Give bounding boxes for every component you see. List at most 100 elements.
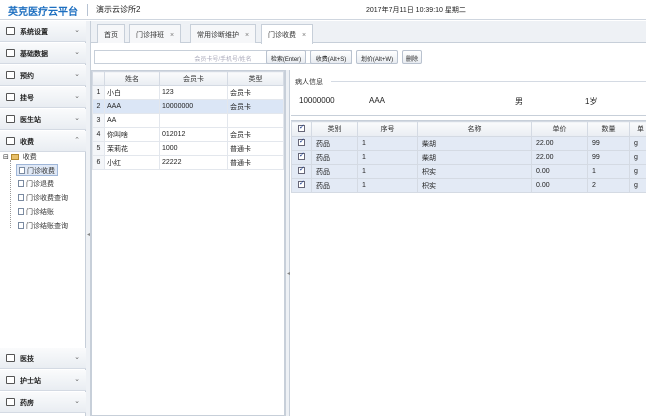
cell-qty[interactable]: 2 bbox=[587, 178, 630, 193]
sidebar-item-appointment[interactable]: 预约 ⌄ bbox=[0, 65, 86, 86]
sidebar-item-pharmacy[interactable]: 药房 ⌄ bbox=[0, 392, 86, 413]
sidebar-item-label: 预约 bbox=[20, 73, 34, 80]
table-row[interactable]: 药品 1 枳实 0.00 1 g bbox=[291, 164, 646, 179]
chevron-up-icon: ⌃ bbox=[74, 137, 80, 144]
sidebar-item-medtech[interactable]: 医技 ⌄ bbox=[0, 348, 86, 369]
column-header-category[interactable]: 类别 bbox=[311, 121, 358, 137]
settings-icon bbox=[6, 27, 15, 35]
cell-qty[interactable]: 99 bbox=[587, 136, 630, 151]
sidebar-item-charge[interactable]: 收费 ⌃ bbox=[0, 131, 86, 152]
sidebar: 系统设置 ⌄ 基础数据 ⌄ 预约 ⌄ 挂号 ⌄ 医生站 ⌄ 收费 ⌃ ⊟ 收费 … bbox=[0, 21, 86, 416]
sidebar-item-nurse[interactable]: 护士站 ⌄ bbox=[0, 370, 86, 391]
tab-label: 门诊收费 bbox=[268, 32, 296, 39]
cell-qty[interactable]: 1 bbox=[587, 164, 630, 179]
tree-leaf-charge-query[interactable]: 门诊收费查询 bbox=[16, 192, 70, 204]
row-checkbox[interactable] bbox=[298, 180, 305, 188]
cell-type: 会员卡 bbox=[227, 85, 284, 100]
patient-grid: 姓名 会员卡 类型 1 小白 123 会员卡 2 AAA 10000000 会员… bbox=[91, 70, 285, 416]
row-index: 6 bbox=[92, 155, 105, 170]
sidebar-item-register[interactable]: 挂号 ⌄ bbox=[0, 87, 86, 108]
row-checkbox-cell[interactable] bbox=[291, 150, 312, 165]
tree-leaf-settlement[interactable]: 门诊结账 bbox=[16, 206, 56, 218]
patient-info-panel: 病人信息 10000000 AAA 男 1岁 bbox=[291, 70, 646, 116]
database-icon bbox=[6, 49, 15, 57]
row-index: 4 bbox=[92, 127, 105, 142]
column-header-price[interactable]: 单价 bbox=[531, 121, 588, 137]
tree-leaf-outpatient-refund[interactable]: 门诊退费 bbox=[16, 178, 56, 190]
chevron-down-icon: ⌄ bbox=[74, 115, 80, 122]
tree-leaf-settlement-query[interactable]: 门诊结账查询 bbox=[16, 220, 70, 232]
tab-outpatient-schedule[interactable]: 门诊排班 × bbox=[129, 24, 182, 43]
row-checkbox-cell[interactable] bbox=[291, 164, 312, 179]
datetime: 2017年7月11日 10:39:10 星期二 bbox=[366, 7, 466, 14]
cell-seq: 1 bbox=[357, 136, 418, 151]
row-checkbox[interactable] bbox=[298, 152, 305, 160]
select-all-checkbox[interactable] bbox=[298, 123, 305, 132]
row-checkbox-cell[interactable] bbox=[291, 136, 312, 151]
row-checkbox[interactable] bbox=[298, 138, 305, 146]
close-icon[interactable]: × bbox=[302, 32, 306, 39]
select-all-header[interactable] bbox=[291, 121, 312, 137]
cell-unit: g bbox=[629, 178, 646, 193]
table-row[interactable]: 3 AA bbox=[92, 113, 284, 128]
row-checkbox[interactable] bbox=[298, 166, 305, 174]
cell-name: 柴胡 bbox=[417, 136, 532, 151]
close-icon[interactable]: × bbox=[170, 32, 174, 39]
cell-card: 123 bbox=[159, 85, 228, 100]
table-row[interactable]: 1 小白 123 会员卡 bbox=[92, 85, 284, 100]
close-icon[interactable]: × bbox=[245, 32, 249, 39]
chevron-down-icon: ⌄ bbox=[74, 376, 80, 383]
collapse-left-icon[interactable]: ◂ bbox=[287, 270, 290, 277]
column-header-name[interactable]: 姓名 bbox=[104, 71, 160, 86]
query-button[interactable]: 检索(Enter) bbox=[266, 50, 306, 64]
column-header-card[interactable]: 会员卡 bbox=[159, 71, 228, 86]
charge-toolbar: 会员卡号/手机号/姓名 检索(Enter) 收费(Alt+S) 划价(Alt+W… bbox=[91, 44, 646, 68]
tree-leaf-label: 门诊收费查询 bbox=[26, 195, 68, 202]
tab-home[interactable]: 首页 bbox=[97, 24, 125, 43]
table-row[interactable]: 5 茉莉花 1000 普通卡 bbox=[92, 141, 284, 156]
collapse-left-icon[interactable]: ◂ bbox=[87, 231, 90, 238]
sidebar-item-system-settings[interactable]: 系统设置 ⌄ bbox=[0, 21, 86, 42]
table-row-selected[interactable]: 2 AAA 10000000 会员卡 bbox=[92, 99, 284, 114]
charge-button[interactable]: 收费(Alt+S) bbox=[310, 50, 352, 64]
folder-icon bbox=[10, 154, 19, 160]
sidebar-item-doctor[interactable]: 医生站 ⌄ bbox=[0, 109, 86, 130]
tab-outpatient-charge[interactable]: 门诊收费 × bbox=[261, 24, 314, 44]
nurse-icon bbox=[6, 376, 15, 384]
chevron-down-icon: ⌄ bbox=[74, 71, 80, 78]
tree-root-charge[interactable]: ⊟ 收费 bbox=[3, 152, 37, 162]
column-header-name[interactable]: 名称 bbox=[417, 121, 532, 137]
table-row[interactable]: 4 你叫啥 012012 会员卡 bbox=[92, 127, 284, 142]
charge-items-grid: 类别 序号 名称 单价 数量 单 药品 1 柴胡 22.00 99 g 药品 1 bbox=[291, 120, 646, 416]
medtech-icon bbox=[6, 354, 15, 362]
sidebar-item-base-data[interactable]: 基础数据 ⌄ bbox=[0, 43, 86, 64]
cell-name: 小白 bbox=[104, 85, 160, 100]
tree-leaf-outpatient-charge[interactable]: 门诊收费 bbox=[16, 164, 58, 176]
cell-unit: g bbox=[629, 136, 646, 151]
price-button[interactable]: 划价(Alt+W) bbox=[356, 50, 398, 64]
row-checkbox-cell[interactable] bbox=[291, 178, 312, 193]
sidebar-item-label: 药房 bbox=[20, 400, 34, 407]
cell-name: AA bbox=[104, 113, 160, 128]
column-header-seq[interactable]: 序号 bbox=[357, 121, 418, 137]
patient-name: AAA bbox=[369, 96, 386, 105]
table-row[interactable]: 6 小红 22222 普通卡 bbox=[92, 155, 284, 170]
panel-splitter[interactable]: ◂ bbox=[285, 70, 290, 416]
column-header-type[interactable]: 类型 bbox=[227, 71, 284, 86]
delete-button[interactable]: 删除 bbox=[402, 50, 422, 64]
table-row[interactable]: 药品 1 柴胡 22.00 99 g bbox=[291, 150, 646, 165]
cell-type: 会员卡 bbox=[227, 99, 284, 114]
patient-info-legend: 病人信息 bbox=[295, 77, 326, 87]
column-header-unit[interactable]: 单 bbox=[629, 121, 646, 137]
cell-category: 药品 bbox=[311, 178, 358, 193]
clinic-name: 演示云诊所2 bbox=[96, 5, 141, 14]
table-row[interactable]: 药品 1 枳实 0.00 2 g bbox=[291, 178, 646, 193]
cell-seq: 1 bbox=[357, 150, 418, 165]
tab-common-diagnosis[interactable]: 常用诊断维护 × bbox=[190, 24, 257, 43]
table-row[interactable]: 药品 1 柴胡 22.00 99 g bbox=[291, 136, 646, 151]
cell-category: 药品 bbox=[311, 150, 358, 165]
cell-qty[interactable]: 99 bbox=[587, 150, 630, 165]
tree-root-label: 收费 bbox=[22, 154, 37, 161]
column-header-qty[interactable]: 数量 bbox=[587, 121, 630, 137]
register-icon bbox=[6, 93, 15, 101]
